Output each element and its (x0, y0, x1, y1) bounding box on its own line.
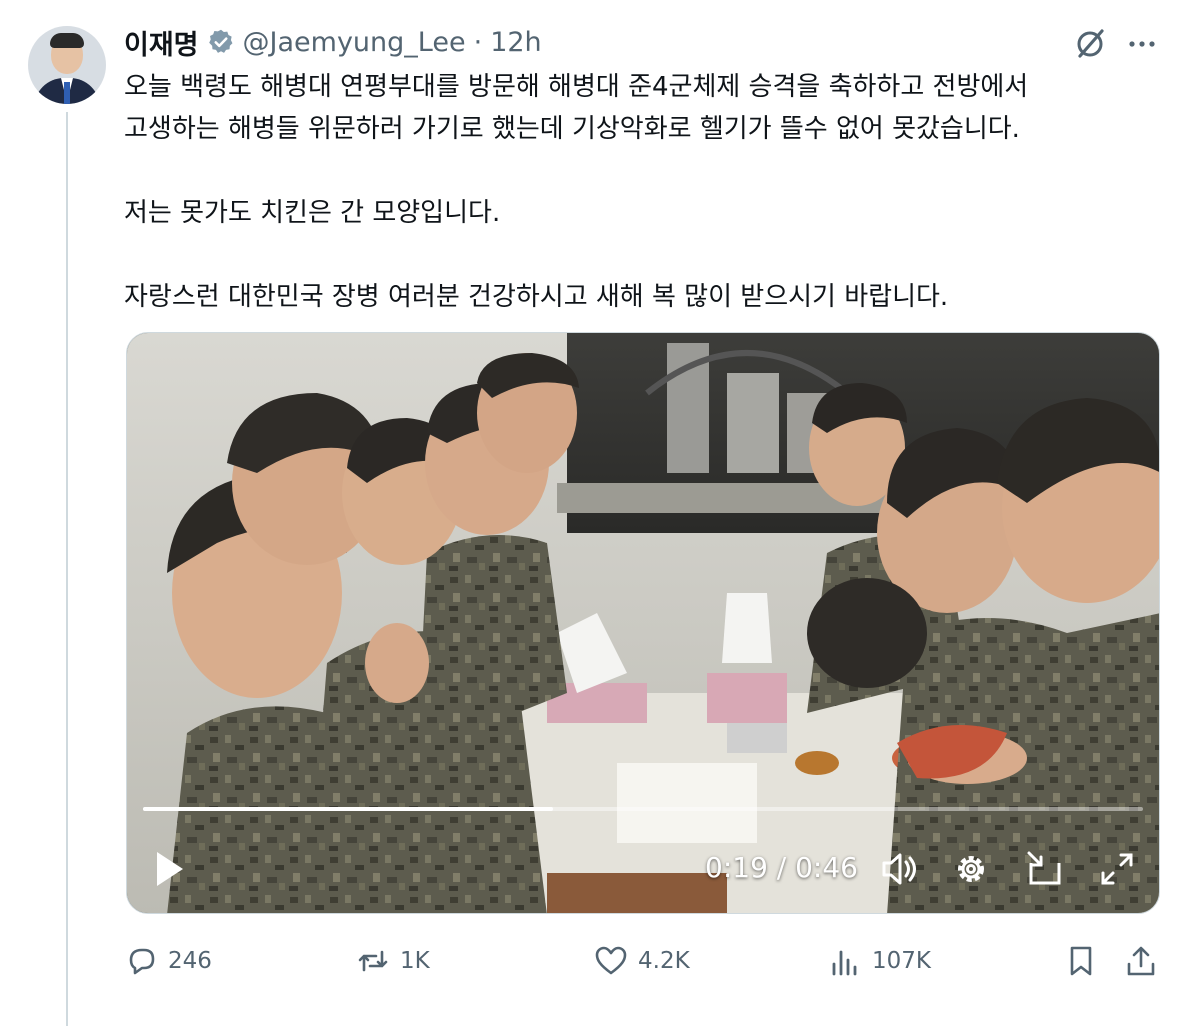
video-progress-fill (143, 807, 553, 811)
views-icon (832, 950, 857, 976)
tweet-line-1: 오늘 백령도 해병대 연평부대를 방문해 해병대 준4군체제 승격을 축하하고 … (124, 72, 1029, 102)
like-count: 4.2K (638, 948, 690, 974)
thread-line (66, 112, 68, 1026)
repost-icon (358, 950, 388, 972)
tweet-line-4: 자랑스런 대한민국 장병 여러분 건강하시고 새해 복 많이 받으시기 바랍니다… (124, 282, 949, 312)
volume-icon[interactable] (879, 849, 919, 889)
tweet-line-3: 저는 못가도 치킨은 간 모양입니다. (124, 198, 501, 228)
timestamp[interactable]: 12h (490, 27, 541, 58)
reply-count: 246 (168, 948, 212, 974)
reply-icon (129, 948, 155, 975)
avatar-tie (64, 82, 70, 104)
fullscreen-icon[interactable] (1097, 849, 1137, 889)
views-count: 107K (872, 948, 931, 974)
video-timecode: 0:19 / 0:46 (705, 851, 858, 884)
more-icon[interactable] (1124, 28, 1160, 60)
bookmark-button[interactable] (1064, 938, 1098, 984)
settings-icon[interactable] (951, 849, 991, 889)
bookmark-icon (1070, 946, 1092, 976)
play-icon[interactable] (153, 849, 187, 889)
author-handle[interactable]: @Jaemyung_Lee (243, 27, 466, 58)
like-icon (595, 946, 627, 975)
video-player[interactable]: 0:19 / 0:46 (126, 332, 1160, 914)
separator-dot: · (473, 26, 483, 58)
video-frame (127, 333, 1159, 913)
grok-icon[interactable] (1072, 26, 1108, 62)
tweet-text: 오늘 백령도 해병대 연평부대를 방문해 해병대 준4군체제 승격을 축하하고 … (124, 66, 1184, 318)
repost-button[interactable]: 1K (356, 938, 430, 984)
avatar[interactable] (28, 26, 106, 104)
reply-button[interactable]: 246 (124, 938, 212, 984)
avatar-hair (50, 33, 84, 48)
share-button[interactable] (1124, 938, 1158, 984)
verified-badge-icon (207, 28, 235, 56)
author-name[interactable]: 이재명 (124, 23, 199, 62)
picture-in-picture-icon[interactable] (1025, 849, 1065, 889)
repost-count: 1K (400, 948, 430, 974)
like-button[interactable]: 4.2K (594, 938, 690, 984)
tweet-line-2: 고생하는 해병들 위문하러 가기로 했는데 기상악화로 헬기가 뜰수 없어 못갔… (124, 114, 1020, 144)
share-icon (1127, 946, 1155, 976)
video-progress-bar[interactable] (143, 807, 1143, 811)
action-bar: 246 1K 4.2K 107K (124, 938, 1164, 984)
views-button[interactable]: 107K (828, 938, 931, 984)
tweet-header: 이재명 @Jaemyung_Lee · 12h (124, 22, 542, 62)
